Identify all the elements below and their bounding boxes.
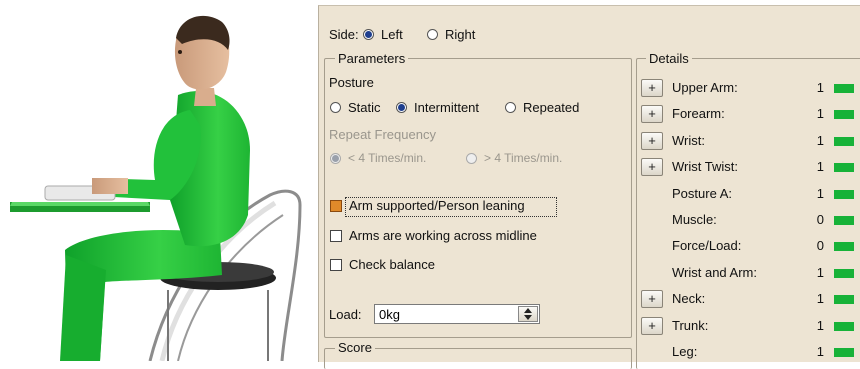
- posture-intermittent-radio[interactable]: [396, 102, 407, 113]
- arm-supported-label[interactable]: Arm supported/Person leaning: [349, 198, 525, 213]
- manikin-viewport: [0, 0, 318, 362]
- expand-button[interactable]: +: [641, 132, 663, 150]
- posture-static-radio[interactable]: [330, 102, 341, 113]
- detail-label: Upper Arm:: [672, 80, 738, 95]
- detail-label: Trunk:: [672, 318, 709, 333]
- load-input[interactable]: [374, 304, 540, 324]
- side-left-radio[interactable]: [363, 29, 374, 40]
- detail-indicator: [834, 137, 854, 146]
- posture-repeated-radio[interactable]: [505, 102, 516, 113]
- detail-indicator: [834, 242, 854, 251]
- detail-label: Force/Load:: [672, 238, 742, 253]
- arms-midline-label[interactable]: Arms are working across midline: [349, 228, 537, 243]
- posture-label: Posture: [329, 75, 374, 90]
- load-spinner[interactable]: [518, 306, 538, 322]
- detail-indicator: [834, 348, 854, 357]
- detail-value: 1: [816, 344, 824, 359]
- arms-midline-checkbox[interactable]: [330, 230, 342, 242]
- detail-label: Leg:: [672, 344, 698, 359]
- details-legend: Details: [646, 51, 692, 66]
- detail-label: Wrist and Arm:: [672, 265, 758, 280]
- posture-static-label[interactable]: Static: [348, 100, 381, 115]
- check-balance-checkbox[interactable]: [330, 259, 342, 271]
- detail-label: Neck:: [672, 291, 706, 306]
- detail-indicator: [834, 295, 854, 304]
- expand-button[interactable]: +: [641, 158, 663, 176]
- detail-value: 0: [816, 212, 824, 227]
- detail-value: 1: [816, 133, 824, 148]
- repeat-frequency-label: Repeat Frequency: [329, 127, 436, 142]
- arm-supported-checkbox[interactable]: [330, 200, 342, 212]
- detail-label: Posture A:: [672, 186, 732, 201]
- detail-indicator: [834, 322, 854, 331]
- detail-label: Wrist Twist:: [672, 159, 738, 174]
- repeat-more-radio[interactable]: [466, 153, 477, 164]
- parameters-legend: Parameters: [335, 51, 409, 66]
- repeat-less-label[interactable]: < 4 Times/min.: [348, 151, 426, 165]
- seated-manikin-illustration: [10, 15, 302, 362]
- detail-label: Muscle:: [672, 212, 717, 227]
- details-group: [636, 58, 860, 369]
- detail-value: 0: [816, 238, 824, 253]
- side-right-label[interactable]: Right: [445, 27, 475, 42]
- expand-button[interactable]: +: [641, 79, 663, 97]
- side-label: Side:: [329, 27, 359, 42]
- expand-button[interactable]: +: [641, 317, 663, 335]
- repeat-more-label[interactable]: > 4 Times/min.: [484, 151, 562, 165]
- side-left-label[interactable]: Left: [381, 27, 403, 42]
- detail-indicator: [834, 190, 854, 199]
- detail-value: 1: [816, 80, 824, 95]
- detail-value: 1: [816, 106, 824, 121]
- posture-intermittent-label[interactable]: Intermittent: [414, 100, 479, 115]
- detail-indicator: [834, 163, 854, 172]
- side-right-radio[interactable]: [427, 29, 438, 40]
- detail-indicator: [834, 269, 854, 278]
- detail-value: 1: [816, 265, 824, 280]
- spin-down-icon[interactable]: [524, 315, 532, 320]
- detail-value: 1: [816, 186, 824, 201]
- posture-repeated-label[interactable]: Repeated: [523, 100, 579, 115]
- detail-indicator: [834, 216, 854, 225]
- detail-value: 1: [816, 318, 824, 333]
- detail-label: Wrist:: [672, 133, 705, 148]
- detail-indicator: [834, 110, 854, 119]
- detail-value: 1: [816, 291, 824, 306]
- detail-label: Forearm:: [672, 106, 725, 121]
- detail-value: 1: [816, 159, 824, 174]
- expand-button[interactable]: +: [641, 105, 663, 123]
- load-label: Load:: [329, 307, 362, 322]
- expand-button[interactable]: +: [641, 290, 663, 308]
- score-legend: Score: [335, 340, 375, 355]
- spin-up-icon[interactable]: [524, 308, 532, 313]
- check-balance-label[interactable]: Check balance: [349, 257, 435, 272]
- repeat-less-radio[interactable]: [330, 153, 341, 164]
- detail-indicator: [834, 84, 854, 93]
